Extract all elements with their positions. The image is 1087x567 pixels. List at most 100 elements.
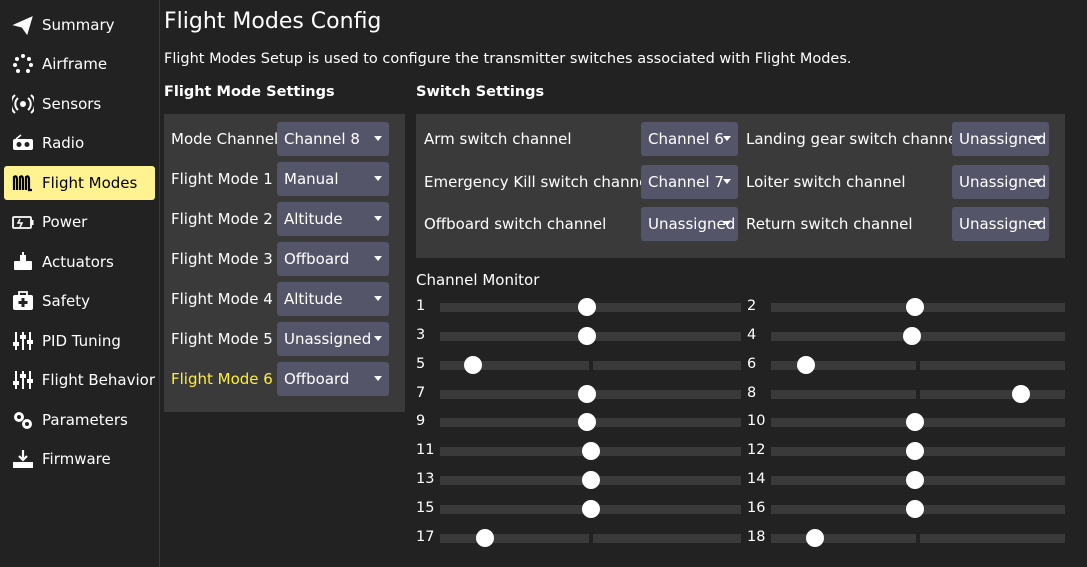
- flight-mode-3-select[interactable]: Offboard: [277, 242, 389, 276]
- mode-channel-label: Mode Channel: [171, 130, 279, 148]
- sidebar-item-radio[interactable]: Radio: [4, 126, 155, 160]
- channel-number: 11: [416, 442, 435, 458]
- channel-track: [592, 303, 741, 312]
- channel-indicator: [906, 413, 925, 431]
- combo-value: Altitude: [284, 210, 343, 228]
- channel-number: 12: [747, 442, 766, 458]
- chevron-down-icon: [1034, 179, 1042, 184]
- channel-indicator: [578, 385, 597, 403]
- sidebar-item-power[interactable]: Power: [4, 205, 155, 239]
- actuators-icon: [11, 251, 35, 273]
- flight-mode-2-select[interactable]: Altitude: [277, 202, 389, 236]
- mode-channel-select[interactable]: Channel 8: [277, 122, 389, 156]
- airframe-icon: [11, 53, 35, 75]
- flight-mode-6-select[interactable]: Offboard: [277, 362, 389, 396]
- firmware-icon: [11, 448, 35, 470]
- sidebar-item-safety[interactable]: Safety: [4, 284, 155, 318]
- channel-number: 9: [416, 413, 426, 429]
- switch-channel-select[interactable]: Unassigned: [952, 165, 1049, 199]
- channel-track: [920, 390, 1065, 399]
- sidebar-item-sensors[interactable]: Sensors: [4, 87, 155, 121]
- switch-settings-heading: Switch Settings: [416, 84, 545, 100]
- chevron-down-icon: [1034, 221, 1042, 226]
- switch-label: Loiter switch channel: [746, 173, 906, 191]
- flight-mode-5-select[interactable]: Unassigned: [277, 322, 389, 356]
- channel-number: 14: [747, 471, 766, 487]
- sidebar-item-flight-modes[interactable]: Flight Modes: [4, 166, 155, 200]
- combo-value: Channel 7: [648, 173, 724, 191]
- channel-track: [771, 476, 916, 485]
- switch-label: Return switch channel: [746, 215, 913, 233]
- switch-label: Emergency Kill switch channel: [424, 173, 653, 191]
- channel-indicator: [578, 327, 597, 345]
- switch-channel-select[interactable]: Unassigned: [641, 207, 738, 241]
- switch-label: Landing gear switch channel: [746, 130, 962, 148]
- sidebar-item-label: Airframe: [42, 55, 108, 73]
- channel-indicator: [797, 356, 816, 374]
- flight-mode-5-label: Flight Mode 5: [171, 330, 273, 348]
- switch-channel-select[interactable]: Channel 7: [641, 165, 738, 199]
- channel-track: [920, 534, 1065, 543]
- flight-mode-3-label: Flight Mode 3: [171, 250, 273, 268]
- flight-mode-2-label: Flight Mode 2: [171, 210, 273, 228]
- channel-number: 1: [416, 298, 426, 314]
- switch-settings-panel: Arm switch channel Channel 6 Emergency Kil…: [416, 114, 1065, 258]
- sidebar-item-parameters[interactable]: Parameters: [4, 403, 155, 437]
- sidebar-item-firmware[interactable]: Firmware: [4, 442, 155, 476]
- radio-icon: [11, 132, 35, 154]
- combo-value: Unassigned: [284, 330, 372, 348]
- sidebar-item-label: Actuators: [42, 253, 114, 271]
- chevron-down-icon: [374, 376, 382, 381]
- sidebar-item-summary[interactable]: Summary: [4, 8, 155, 42]
- sidebar-item-label: Sensors: [42, 95, 102, 113]
- flight-behavior-icon: [11, 369, 35, 391]
- switch-channel-select[interactable]: Unassigned: [952, 207, 1049, 241]
- sidebar: Summary Airframe Sensors Radio Flight Modes P…: [0, 0, 160, 567]
- channel-track: [771, 390, 916, 399]
- channel-number: 3: [416, 327, 426, 343]
- channel-track: [771, 332, 916, 341]
- flight-modes-icon: [11, 172, 35, 194]
- chevron-down-icon: [723, 179, 731, 184]
- sidebar-item-actuators[interactable]: Actuators: [4, 245, 155, 279]
- channel-indicator: [476, 529, 495, 547]
- channel-indicator: [581, 442, 600, 460]
- combo-value: Offboard: [284, 370, 350, 388]
- page-description: Flight Modes Setup is used to configure …: [164, 51, 852, 67]
- sidebar-item-pid-tuning[interactable]: PID Tuning: [4, 324, 155, 358]
- flight-mode-1-select[interactable]: Manual: [277, 162, 389, 196]
- channel-track: [440, 447, 589, 456]
- flight-mode-1-label: Flight Mode 1: [171, 170, 273, 188]
- channel-track: [920, 361, 1065, 370]
- sidebar-item-airframe[interactable]: Airframe: [4, 47, 155, 81]
- channel-track: [920, 476, 1065, 485]
- combo-value: Manual: [284, 170, 339, 188]
- channel-track: [771, 418, 916, 427]
- combo-value: Offboard: [284, 250, 350, 268]
- channel-track: [440, 505, 589, 514]
- channel-track: [592, 505, 741, 514]
- sidebar-item-flight-behavior[interactable]: Flight Behavior: [4, 363, 155, 397]
- flight-mode-4-select[interactable]: Altitude: [277, 282, 389, 316]
- switch-channel-select[interactable]: Channel 6: [641, 122, 738, 156]
- chevron-down-icon: [723, 136, 731, 141]
- channel-number: 4: [747, 327, 757, 343]
- channel-indicator: [578, 298, 597, 316]
- chevron-down-icon: [374, 216, 382, 221]
- sidebar-item-label: Safety: [42, 292, 90, 310]
- channel-indicator: [806, 529, 825, 547]
- channel-indicator: [903, 327, 922, 345]
- channel-track: [920, 332, 1065, 341]
- channel-monitor-title: Channel Monitor: [416, 271, 540, 289]
- switch-channel-select[interactable]: Unassigned: [952, 122, 1049, 156]
- sidebar-item-label: Summary: [42, 16, 115, 34]
- channel-track: [920, 303, 1065, 312]
- channel-track: [440, 476, 589, 485]
- channel-track: [440, 361, 589, 370]
- channel-indicator: [464, 356, 483, 374]
- channel-track: [440, 534, 589, 543]
- sidebar-item-label: Flight Modes: [42, 174, 138, 192]
- sidebar-item-label: Parameters: [42, 411, 128, 429]
- flight-mode-6-label: Flight Mode 6: [171, 370, 273, 388]
- parameters-icon: [11, 409, 35, 431]
